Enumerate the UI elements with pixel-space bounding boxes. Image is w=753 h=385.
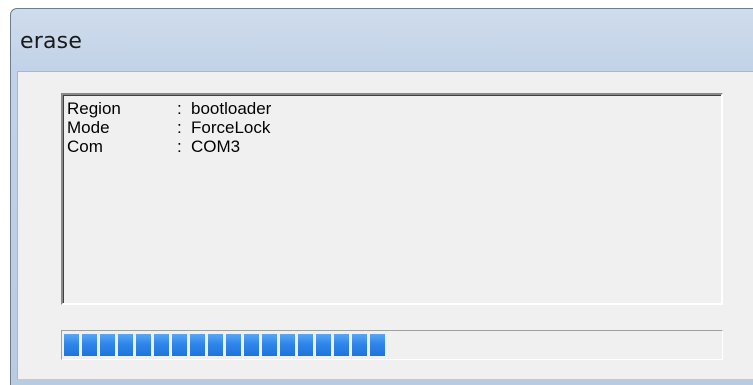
log-line-mode: Mode : ForceLock xyxy=(67,118,271,137)
progress-segment xyxy=(208,334,223,356)
progress-segment xyxy=(64,334,79,356)
progress-segment xyxy=(190,334,205,356)
log-key-mode: Mode xyxy=(67,118,110,137)
progress-segment xyxy=(136,334,151,356)
progress-segment xyxy=(280,334,295,356)
log-value-mode: ForceLock xyxy=(191,118,271,137)
progress-segment xyxy=(352,334,367,356)
log-value-com: COM3 xyxy=(191,137,241,156)
log-separator: : xyxy=(177,118,182,137)
progress-segment xyxy=(298,334,313,356)
title-bar[interactable]: erase xyxy=(11,9,753,71)
erase-progress-bar xyxy=(61,330,723,360)
status-log-lines: Region : bootloader Mode : ForceLock Com… xyxy=(67,99,271,156)
log-line-com: Com : COM3 xyxy=(67,137,271,156)
log-value-region: bootloader xyxy=(191,99,272,118)
progress-segment xyxy=(100,334,115,356)
progress-bar-fill xyxy=(64,334,385,356)
progress-segment xyxy=(262,334,277,356)
progress-segment xyxy=(118,334,133,356)
dialog-client-area: Region : bootloader Mode : ForceLock Com… xyxy=(17,71,753,379)
progress-segment xyxy=(172,334,187,356)
log-separator: : xyxy=(177,99,182,118)
window-title: erase xyxy=(20,29,83,54)
progress-segment xyxy=(370,334,385,356)
progress-segment xyxy=(334,334,349,356)
log-separator: : xyxy=(177,137,182,156)
progress-segment xyxy=(226,334,241,356)
log-key-region: Region xyxy=(67,99,121,118)
status-log-box[interactable]: Region : bootloader Mode : ForceLock Com… xyxy=(61,93,723,305)
log-key-com: Com xyxy=(67,137,103,156)
erase-window: erase Region : bootloader Mode : ForceLo… xyxy=(10,8,753,385)
progress-segment xyxy=(82,334,97,356)
log-line-region: Region : bootloader xyxy=(67,99,271,118)
progress-segment xyxy=(244,334,259,356)
progress-segment xyxy=(154,334,169,356)
progress-segment xyxy=(316,334,331,356)
